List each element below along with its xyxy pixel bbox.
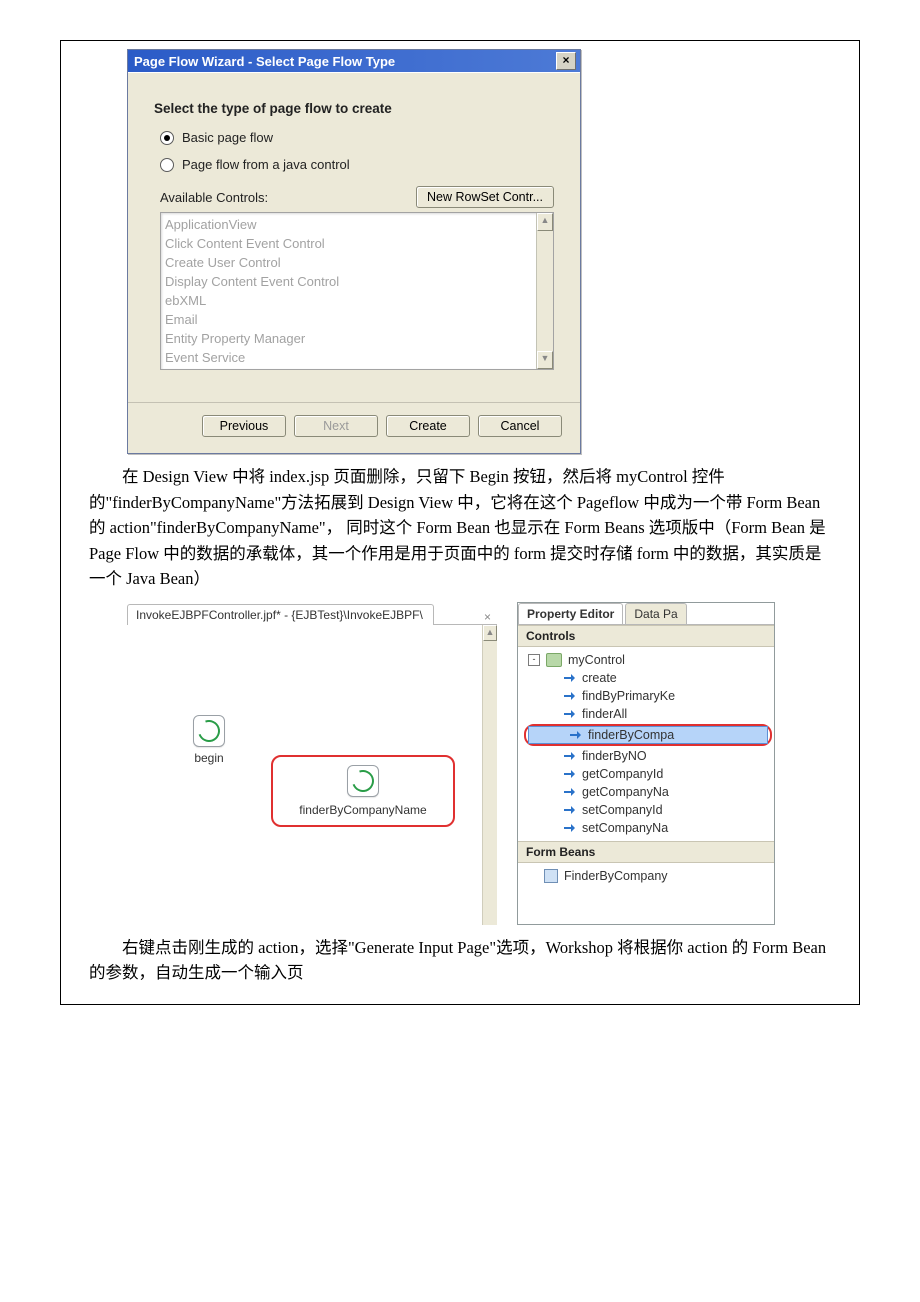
method-finderall[interactable]: finderAll xyxy=(522,705,774,723)
cancel-button[interactable]: Cancel xyxy=(478,415,562,437)
method-finderbycompanyname[interactable]: finderByCompa xyxy=(528,726,768,744)
method-label: finderByCompa xyxy=(588,728,674,742)
dialog-button-row: Previous Next Create Cancel xyxy=(128,402,580,453)
scroll-up-icon[interactable]: ▲ xyxy=(537,213,553,231)
radio-icon xyxy=(160,131,174,145)
action-label: finderByCompanyName xyxy=(279,803,447,817)
method-setcompanyname[interactable]: setCompanyNa xyxy=(522,819,774,837)
tree-root-mycontrol[interactable]: - myControl xyxy=(522,651,774,669)
begin-label: begin xyxy=(193,751,225,765)
method-label: findByPrimaryKe xyxy=(582,689,675,703)
dialog-titlebar: Page Flow Wizard - Select Page Flow Type… xyxy=(128,50,580,72)
property-editor-panel: Property Editor Data Pa Controls - myCon… xyxy=(517,602,775,925)
method-icon xyxy=(564,751,576,761)
paragraph-2: 右键点击刚生成的 action，选择"Generate Input Page"选… xyxy=(89,935,831,986)
radio-java-control[interactable]: Page flow from a java control xyxy=(160,157,554,172)
list-item[interactable]: Click Content Event Control xyxy=(165,234,532,253)
tree-root-label: myControl xyxy=(568,653,625,667)
action-icon xyxy=(347,765,379,797)
method-label: setCompanyNa xyxy=(582,821,668,835)
list-item[interactable]: Event Service xyxy=(165,348,532,367)
scroll-up-icon[interactable]: ▲ xyxy=(483,625,497,641)
select-type-label: Select the type of page flow to create xyxy=(154,101,554,116)
dialog-title: Page Flow Wizard - Select Page Flow Type xyxy=(134,54,556,69)
controls-section-header: Controls xyxy=(518,625,774,647)
method-create[interactable]: create xyxy=(522,669,774,687)
formbeans-section-header: Form Beans xyxy=(518,841,774,863)
begin-node[interactable]: begin xyxy=(193,715,225,765)
control-icon xyxy=(546,653,562,667)
method-getcompanyname[interactable]: getCompanyNa xyxy=(522,783,774,801)
editor-tab-label: InvokeEJBPFController.jpf* - {EJBTest}\I… xyxy=(136,608,423,622)
method-icon xyxy=(564,691,576,701)
method-icon xyxy=(564,769,576,779)
method-label: getCompanyNa xyxy=(582,785,669,799)
radio-icon xyxy=(160,158,174,172)
method-setcompanyid[interactable]: setCompanyId xyxy=(522,801,774,819)
method-icon xyxy=(564,673,576,683)
formbeans-tree: FinderByCompany xyxy=(518,863,774,889)
available-controls-list[interactable]: ApplicationView Click Content Event Cont… xyxy=(160,212,554,370)
formbean-icon xyxy=(544,869,558,883)
method-label: finderAll xyxy=(582,707,627,721)
tab-data-palette[interactable]: Data Pa xyxy=(625,603,686,624)
editor-tab-strip: InvokeEJBPFController.jpf* - {EJBTest}\I… xyxy=(127,602,497,625)
previous-button[interactable]: Previous xyxy=(202,415,286,437)
scroll-down-icon[interactable]: ▼ xyxy=(537,351,553,369)
action-node-finderbycompanyname[interactable]: finderByCompanyName xyxy=(271,755,455,827)
list-item[interactable]: Entity Property Manager xyxy=(165,329,532,348)
cycle-icon xyxy=(194,716,223,745)
tab-property-editor[interactable]: Property Editor xyxy=(518,603,623,624)
dialog-close-button[interactable]: × xyxy=(556,52,576,70)
radio-control-label: Page flow from a java control xyxy=(182,157,350,172)
method-findbyprimarykey[interactable]: findByPrimaryKe xyxy=(522,687,774,705)
method-finderbyno[interactable]: finderByNO xyxy=(522,747,774,765)
method-icon xyxy=(564,787,576,797)
property-tab-strip: Property Editor Data Pa xyxy=(518,603,774,625)
method-getcompanyid[interactable]: getCompanyId xyxy=(522,765,774,783)
new-rowset-button[interactable]: New RowSet Contr... xyxy=(416,186,554,208)
method-icon xyxy=(564,709,576,719)
formbean-label: FinderByCompany xyxy=(564,869,668,883)
available-controls-label: Available Controls: xyxy=(160,190,268,205)
next-button[interactable]: Next xyxy=(294,415,378,437)
method-icon xyxy=(570,730,582,740)
radio-basic-pageflow[interactable]: Basic page flow xyxy=(160,130,554,145)
action-icon xyxy=(193,715,225,747)
radio-basic-label: Basic page flow xyxy=(182,130,273,145)
cycle-icon xyxy=(348,766,377,795)
controls-tree: - myControl create findByPrimaryKe finde… xyxy=(518,647,774,841)
editor-tab-close-icon[interactable]: × xyxy=(478,610,497,624)
method-icon xyxy=(564,805,576,815)
list-item[interactable]: ebXML xyxy=(165,291,532,310)
method-icon xyxy=(564,823,576,833)
method-label: create xyxy=(582,671,617,685)
editor-tab[interactable]: InvokeEJBPFController.jpf* - {EJBTest}\I… xyxy=(127,604,434,625)
list-scrollbar[interactable]: ▲ ▼ xyxy=(536,213,553,369)
list-item[interactable]: ApplicationView xyxy=(165,215,532,234)
method-label: getCompanyId xyxy=(582,767,663,781)
pageflow-wizard-dialog: Page Flow Wizard - Select Page Flow Type… xyxy=(127,49,581,454)
list-item[interactable]: Email xyxy=(165,310,532,329)
list-item[interactable]: Display Content Event Control xyxy=(165,272,532,291)
formbean-finderbycompany[interactable]: FinderByCompany xyxy=(522,867,774,885)
paragraph-1: 在 Design View 中将 index.jsp 页面删除，只留下 Begi… xyxy=(89,464,831,592)
designer-scrollbar[interactable]: ▲ xyxy=(482,625,497,925)
design-view-figure: InvokeEJBPFController.jpf* - {EJBTest}\I… xyxy=(127,602,835,925)
list-item[interactable]: Create User Control xyxy=(165,253,532,272)
create-button[interactable]: Create xyxy=(386,415,470,437)
expander-icon[interactable]: - xyxy=(528,654,540,666)
design-view-pane: InvokeEJBPFController.jpf* - {EJBTest}\I… xyxy=(127,602,497,925)
method-label: setCompanyId xyxy=(582,803,663,817)
method-label: finderByNO xyxy=(582,749,647,763)
